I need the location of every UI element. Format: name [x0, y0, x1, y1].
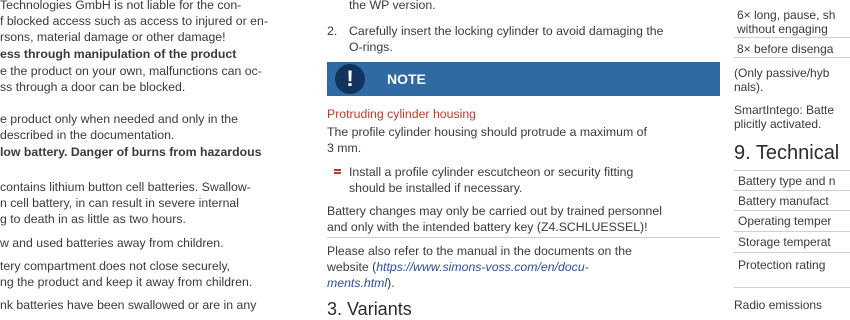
- refer-line-2: website (https://www.simons-voss.com/en/…: [327, 260, 589, 274]
- table-row: Battery type and n: [738, 174, 836, 188]
- left-line-3: rsons, material damage or other damage!: [0, 30, 226, 44]
- protruding-text-1: The profile cylinder housing should prot…: [327, 125, 647, 139]
- table-row: Battery manufact: [738, 194, 829, 208]
- row-divider: [734, 190, 850, 191]
- note-banner: ! NOTE: [327, 62, 720, 96]
- note-label: NOTE: [387, 71, 426, 87]
- table-row: Protection rating: [738, 258, 826, 272]
- left-line-16: nk batteries have been swallowed or are …: [0, 298, 257, 312]
- bullet-line-1: Install a profile cylinder escutcheon or…: [349, 165, 634, 179]
- row-divider: [734, 231, 850, 232]
- table-row-1a: 6× long, pause, sh: [737, 8, 836, 22]
- battery-change-line-2: and only with the intended battery key (…: [327, 220, 648, 234]
- left-line-10: contains lithium button cell batteries. …: [0, 180, 251, 194]
- table-row: Operating temper: [738, 214, 832, 228]
- note-smartintego-2: plicitly activated.: [734, 117, 822, 131]
- row-divider: [734, 170, 850, 171]
- left-line-2: f blocked access such as access to injur…: [0, 14, 268, 28]
- left-line-15: ng the product and keep it away from chi…: [0, 275, 253, 289]
- note-passive-1: (Only passive/hyb: [734, 66, 830, 80]
- step-2-number: 2.: [327, 24, 338, 38]
- bullet-icon: [334, 168, 341, 175]
- table-row-radio: Radio emissions: [734, 298, 823, 312]
- protruding-text-2: 3 mm.: [327, 141, 362, 155]
- row-divider: [734, 57, 850, 58]
- step-2-line-1: Carefully insert the locking cylinder to…: [349, 24, 664, 38]
- left-line-14: tery compartment does not close securely…: [0, 259, 231, 273]
- refer-line-3: ments.html).: [327, 276, 395, 290]
- row-divider: [734, 210, 850, 211]
- table-row-1b: without engaging: [737, 22, 828, 36]
- left-heading-battery: low battery. Danger of burns from hazard…: [0, 145, 262, 159]
- manual-link-continued[interactable]: ments.html: [327, 276, 387, 290]
- row-divider: [734, 252, 850, 253]
- left-line-8: described in the documentation.: [0, 128, 175, 142]
- left-line-12: g to death in as little as two hours.: [0, 212, 186, 226]
- row-divider: [734, 37, 850, 38]
- left-line-7: e product only when needed and only in t…: [0, 112, 238, 126]
- left-line-5: e the product on your own, malfunctions …: [0, 64, 262, 78]
- left-line-11: n cell battery, in can result in severe …: [0, 196, 239, 210]
- battery-change-line-1: Battery changes may only be carried out …: [327, 204, 662, 218]
- left-heading-manipulation: ess through manipulation of the product: [0, 47, 237, 61]
- section-technical-heading: 9. Technical: [734, 142, 840, 164]
- wp-version-text: the WP version.: [349, 0, 436, 12]
- divider: [327, 237, 720, 238]
- refer-line-1: Please also refer to the manual in the d…: [327, 244, 632, 258]
- table-row: Storage temperat: [738, 235, 831, 249]
- left-line-6: ss through a door can be blocked.: [0, 80, 186, 94]
- left-line-1: Technologies GmbH is not liable for the …: [0, 0, 242, 12]
- row-divider: [734, 287, 850, 288]
- left-line-13: w and used batteries away from children.: [0, 236, 224, 250]
- step-2-line-2: O-rings.: [349, 40, 393, 54]
- protruding-heading: Protruding cylinder housing: [327, 107, 477, 121]
- section-variants-heading: 3. Variants: [327, 299, 412, 319]
- note-smartintego-1: SmartIntego: Batte: [734, 103, 835, 117]
- table-row-2: 8× before disenga: [737, 42, 834, 56]
- manual-link[interactable]: https://www.simons-voss.com/en/docu-: [376, 260, 589, 274]
- note-passive-2: nals).: [734, 80, 764, 94]
- bullet-line-2: should be installed if necessary.: [349, 181, 523, 195]
- exclamation-icon: !: [335, 64, 365, 94]
